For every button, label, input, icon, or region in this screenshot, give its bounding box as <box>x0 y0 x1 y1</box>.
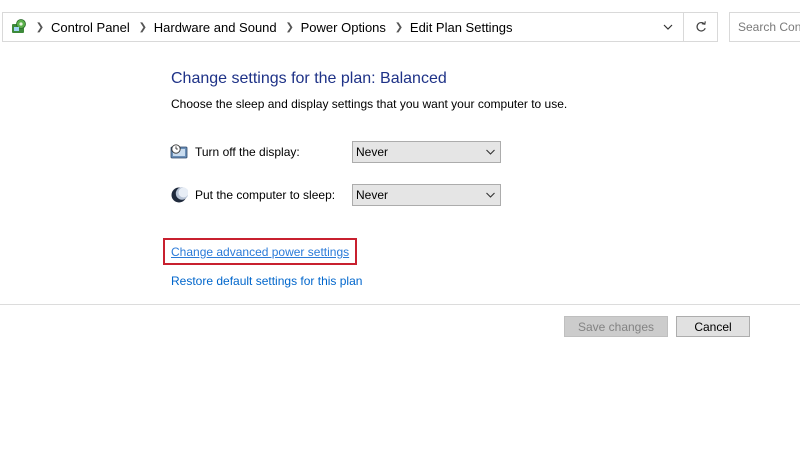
page-description: Choose the sleep and display settings th… <box>171 97 568 111</box>
save-changes-button[interactable]: Save changes <box>564 316 668 337</box>
footer-divider <box>0 304 800 305</box>
page-title: Change settings for the plan: Balanced <box>171 70 447 87</box>
sleep-timeout-row: Put the computer to sleep: <box>169 183 335 207</box>
breadcrumb-edit-plan-settings[interactable]: Edit Plan Settings <box>406 20 519 35</box>
refresh-icon <box>695 21 706 32</box>
chevron-right-icon[interactable]: ❯ <box>392 22 406 33</box>
sleep-timeout-label: Put the computer to sleep: <box>195 188 336 202</box>
control-panel-icon <box>9 17 29 37</box>
cancel-button[interactable]: Cancel <box>676 316 750 337</box>
breadcrumb-hardware-and-sound[interactable]: Hardware and Sound <box>150 20 283 35</box>
chevron-right-icon[interactable]: ❯ <box>136 22 150 33</box>
breadcrumb-power-options[interactable]: Power Options <box>297 20 392 35</box>
restore-defaults-link[interactable]: Restore default settings for this plan <box>171 274 362 288</box>
display-timeout-row: Turn off the display: <box>169 140 300 164</box>
display-timeout-select[interactable]: Never <box>352 141 501 163</box>
chevron-down-icon <box>663 24 673 30</box>
sleep-timeout-value: Never <box>356 188 389 202</box>
address-history-dropdown[interactable] <box>653 13 683 41</box>
display-timeout-value: Never <box>356 145 389 159</box>
navigation-bar: ❯ Control Panel ❯ Hardware and Sound ❯ P… <box>0 0 800 56</box>
display-timer-icon <box>169 142 189 162</box>
chevron-down-icon <box>486 149 495 155</box>
advanced-power-settings-link[interactable]: Change advanced power settings <box>171 245 349 259</box>
refresh-button[interactable] <box>684 12 718 42</box>
search-input[interactable]: Search Control Panel <box>729 12 800 42</box>
address-bar[interactable]: ❯ Control Panel ❯ Hardware and Sound ❯ P… <box>2 12 684 42</box>
chevron-right-icon[interactable]: ❯ <box>283 22 297 33</box>
sleep-timeout-select[interactable]: Never <box>352 184 501 206</box>
chevron-right-icon[interactable]: ❯ <box>33 22 47 33</box>
chevron-down-icon <box>486 192 495 198</box>
display-timeout-label: Turn off the display: <box>195 145 300 159</box>
breadcrumb-control-panel[interactable]: Control Panel <box>47 20 136 35</box>
sleep-moon-icon <box>169 185 189 205</box>
